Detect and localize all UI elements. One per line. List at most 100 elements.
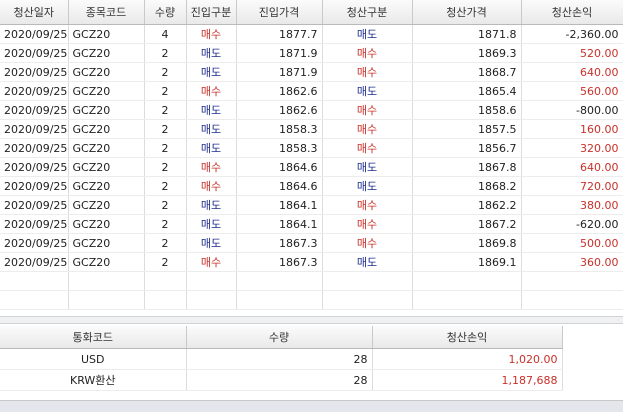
cell-qty: 2 [144, 43, 187, 63]
cell-close-side: 매도 [322, 81, 413, 101]
cell-close-price: 1865.4 [412, 81, 522, 101]
table-row[interactable]: 2020/09/25 GCZ20 2 매도 1858.3 매수 1856.7 320.00 [0, 138, 623, 158]
cell-close-side: 매수 [322, 214, 413, 234]
cell-entry-side: 매수 [186, 24, 237, 44]
col-header-pnl[interactable]: 청산손익 [521, 0, 623, 25]
cell-qty: 2 [144, 62, 187, 82]
table-row[interactable]: 2020/09/25 GCZ20 2 매도 1864.1 매수 1862.2 380.00 [0, 195, 623, 215]
cell-close-date: 2020/09/25 [0, 214, 69, 234]
cell-close-date: 2020/09/25 [0, 195, 69, 215]
col-header-symbol[interactable]: 종목코드 [68, 0, 145, 25]
table-row[interactable]: 2020/09/25 GCZ20 4 매수 1877.7 매도 1871.8 -2,360.0… [0, 24, 623, 44]
col-header-close-price[interactable]: 청산가격 [412, 0, 522, 25]
cell-qty: 2 [144, 119, 187, 139]
summary-header-row: 통화코드 수량 청산손익 [0, 326, 563, 349]
cell-close-side: 매도 [322, 252, 413, 272]
table-row[interactable]: 2020/09/25 GCZ20 2 매도 1871.9 매수 1868.7 640.00 [0, 62, 623, 82]
table-row[interactable]: 2020/09/25 GCZ20 2 매도 1858.3 매수 1857.5 160.00 [0, 119, 623, 139]
cell-symbol: GCZ20 [68, 195, 145, 215]
empty-row [0, 271, 623, 291]
trade-history-grid[interactable]: 청산일자 종목코드 수량 진입구분 진입가격 청산구분 청산가격 청산손익 20… [0, 0, 623, 310]
cell-qty: 2 [144, 157, 187, 177]
cell-symbol: GCZ20 [68, 62, 145, 82]
empty-cell [186, 290, 237, 310]
cell-close-date: 2020/09/25 [0, 100, 69, 120]
grid-header-row: 청산일자 종목코드 수량 진입구분 진입가격 청산구분 청산가격 청산손익 [0, 0, 623, 25]
cell-close-side: 매수 [322, 100, 413, 120]
summary-header-pnl: 청산손익 [372, 326, 563, 349]
empty-cell [68, 271, 145, 291]
col-header-qty[interactable]: 수량 [144, 0, 187, 25]
empty-cell [186, 271, 237, 291]
cell-qty: 2 [144, 233, 187, 253]
empty-cell [322, 290, 413, 310]
cell-close-date: 2020/09/25 [0, 43, 69, 63]
col-header-close-side[interactable]: 청산구분 [322, 0, 413, 25]
cell-pnl: 160.00 [521, 119, 623, 139]
table-row[interactable]: 2020/09/25 GCZ20 2 매수 1862.6 매도 1865.4 560.00 [0, 81, 623, 101]
cell-qty: 4 [144, 24, 187, 44]
cell-close-side: 매수 [322, 119, 413, 139]
cell-entry-price: 1862.6 [236, 100, 323, 120]
cell-qty: 2 [144, 195, 187, 215]
cell-entry-price: 1871.9 [236, 62, 323, 82]
table-row[interactable]: 2020/09/25 GCZ20 2 매도 1864.1 매수 1867.2 -620.00 [0, 214, 623, 234]
bottom-scrollbar[interactable] [0, 400, 623, 412]
cell-close-price: 1868.2 [412, 176, 522, 196]
summary-row-krw[interactable]: KRW환산 28 1,187,688 [0, 369, 563, 391]
table-row[interactable]: 2020/09/25 GCZ20 2 매수 1864.6 매도 1867.8 640.00 [0, 157, 623, 177]
summary-header-qty: 수량 [186, 326, 373, 349]
cell-symbol: GCZ20 [68, 119, 145, 139]
cell-entry-price: 1858.3 [236, 138, 323, 158]
empty-cell [521, 271, 623, 291]
cell-entry-side: 매도 [186, 43, 237, 63]
cell-entry-price: 1864.6 [236, 157, 323, 177]
cell-pnl: 640.00 [521, 62, 623, 82]
empty-cell [0, 271, 69, 291]
cell-close-side: 매수 [322, 195, 413, 215]
summary-grid[interactable]: 통화코드 수량 청산손익 USD 28 1,020.00 KRW환산 28 1,… [0, 326, 563, 391]
summary-pnl: 1,187,688 [372, 369, 563, 391]
cell-pnl: 320.00 [521, 138, 623, 158]
cell-entry-side: 매도 [186, 138, 237, 158]
cell-close-price: 1862.2 [412, 195, 522, 215]
cell-close-date: 2020/09/25 [0, 119, 69, 139]
table-row[interactable]: 2020/09/25 GCZ20 2 매도 1871.9 매수 1869.3 520.00 [0, 43, 623, 63]
cell-entry-side: 매도 [186, 100, 237, 120]
cell-close-date: 2020/09/25 [0, 62, 69, 82]
summary-header-currency: 통화코드 [0, 326, 187, 349]
cell-close-date: 2020/09/25 [0, 138, 69, 158]
table-row[interactable]: 2020/09/25 GCZ20 2 매도 1867.3 매수 1869.8 500.00 [0, 233, 623, 253]
cell-close-price: 1871.8 [412, 24, 522, 44]
cell-close-side: 매수 [322, 138, 413, 158]
cell-close-price: 1868.7 [412, 62, 522, 82]
cell-symbol: GCZ20 [68, 176, 145, 196]
cell-symbol: GCZ20 [68, 81, 145, 101]
cell-qty: 2 [144, 252, 187, 272]
cell-pnl: 380.00 [521, 195, 623, 215]
summary-row-usd[interactable]: USD 28 1,020.00 [0, 348, 563, 370]
cell-symbol: GCZ20 [68, 43, 145, 63]
cell-symbol: GCZ20 [68, 233, 145, 253]
col-header-close-date[interactable]: 청산일자 [0, 0, 69, 25]
table-row[interactable]: 2020/09/25 GCZ20 2 매수 1864.6 매도 1868.2 720.00 [0, 176, 623, 196]
cell-pnl: 360.00 [521, 252, 623, 272]
empty-cell [236, 290, 323, 310]
cell-close-date: 2020/09/25 [0, 24, 69, 44]
cell-entry-side: 매도 [186, 62, 237, 82]
cell-entry-price: 1877.7 [236, 24, 323, 44]
cell-entry-side: 매수 [186, 176, 237, 196]
empty-row [0, 290, 623, 310]
cell-qty: 2 [144, 100, 187, 120]
empty-cell [236, 271, 323, 291]
cell-close-date: 2020/09/25 [0, 81, 69, 101]
cell-entry-side: 매도 [186, 119, 237, 139]
cell-close-price: 1856.7 [412, 138, 522, 158]
col-header-entry-side[interactable]: 진입구분 [186, 0, 237, 25]
cell-symbol: GCZ20 [68, 24, 145, 44]
col-header-entry-price[interactable]: 진입가격 [236, 0, 323, 25]
table-row[interactable]: 2020/09/25 GCZ20 2 매수 1867.3 매도 1869.1 360.00 [0, 252, 623, 272]
table-row[interactable]: 2020/09/25 GCZ20 2 매도 1862.6 매수 1858.6 -800.00 [0, 100, 623, 120]
cell-close-side: 매도 [322, 176, 413, 196]
cell-close-side: 매수 [322, 43, 413, 63]
